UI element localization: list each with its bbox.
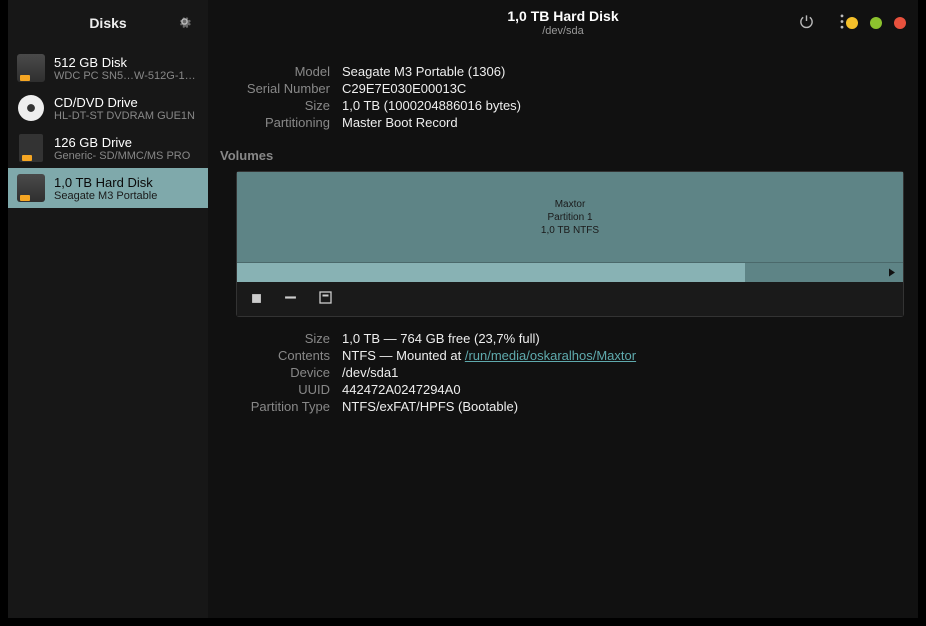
disk-name: 1,0 TB Hard Disk [54, 175, 200, 190]
usage-fill [237, 263, 745, 282]
disk-name: 126 GB Drive [54, 135, 200, 150]
value-uuid: 442472A0247294A0 [342, 382, 906, 397]
settings-square-icon [319, 291, 332, 307]
sidebar: 512 GB Disk WDC PC SN5…W-512G-1014 CD/DV… [8, 46, 208, 618]
play-icon [887, 265, 897, 280]
partition-size: 1,0 TB NTFS [541, 224, 599, 237]
window-close-button[interactable] [894, 17, 906, 29]
value-vol-size: 1,0 TB — 764 GB free (23,7% full) [342, 331, 906, 346]
value-size: 1,0 TB (1000204886016 bytes) [342, 98, 906, 113]
disk-model: WDC PC SN5…W-512G-1014 [54, 70, 200, 82]
label-device: Device [220, 365, 330, 380]
gear-icon [177, 17, 192, 32]
delete-partition-button[interactable] [284, 291, 297, 307]
sidebar-item-1tb-hard-disk[interactable]: 1,0 TB Hard Disk Seagate M3 Portable [8, 168, 208, 208]
minus-icon [284, 291, 297, 307]
value-contents: NTFS — Mounted at /run/media/oskaralhos/… [342, 348, 906, 363]
partition-maxtor[interactable]: Maxtor Partition 1 1,0 TB NTFS [237, 172, 903, 262]
hdd-icon [16, 173, 46, 203]
label-uuid: UUID [220, 382, 330, 397]
disk-model: HL-DT-ST DVDRAM GUE1N [54, 110, 200, 122]
disk-model: Seagate M3 Portable [54, 190, 200, 202]
disk-name: 512 GB Disk [54, 55, 200, 70]
value-model: Seagate M3 Portable (1306) [342, 64, 906, 79]
window-maximize-button[interactable] [870, 17, 882, 29]
page-title: 1,0 TB Hard Disk [507, 8, 618, 25]
window-minimize-button[interactable] [846, 17, 858, 29]
label-size: Size [220, 98, 330, 113]
partition-options-button[interactable] [319, 291, 332, 307]
contents-text: NTFS — Mounted at [342, 348, 465, 363]
kebab-icon [840, 14, 844, 32]
value-partitioning: Master Boot Record [342, 115, 906, 130]
volume-toolbar [237, 282, 903, 316]
partition-label: Maxtor [555, 198, 586, 211]
page-subtitle: /dev/sda [542, 25, 584, 38]
power-icon [799, 14, 814, 32]
drive-info: Model Seagate M3 Portable (1306) Serial … [220, 64, 906, 130]
volumes-heading: Volumes [220, 148, 906, 163]
label-ptype: Partition Type [220, 399, 330, 414]
sidebar-title: Disks [89, 15, 126, 31]
partition-number: Partition 1 [547, 211, 592, 224]
cd-icon [16, 93, 46, 123]
label-serial: Serial Number [220, 81, 330, 96]
label-model: Model [220, 64, 330, 79]
sidebar-item-cd-dvd-drive[interactable]: CD/DVD Drive HL-DT-ST DVDRAM GUE1N [8, 88, 208, 128]
disk-model: Generic- SD/MMC/MS PRO [54, 150, 200, 162]
mount-button[interactable] [887, 265, 897, 280]
hdd-icon [16, 53, 46, 83]
value-device: /dev/sda1 [342, 365, 906, 380]
unmount-button[interactable] [251, 292, 262, 307]
stop-icon [251, 292, 262, 307]
power-button[interactable] [795, 10, 818, 36]
sidebar-item-126gb-drive[interactable]: 126 GB Drive Generic- SD/MMC/MS PRO [8, 128, 208, 168]
app-menu-button[interactable] [173, 10, 196, 36]
titlebar: Disks 1,0 TB Hard Disk /dev/sda [8, 0, 918, 46]
volume-details: Size 1,0 TB — 764 GB free (23,7% full) C… [220, 331, 906, 414]
sidebar-item-512gb-disk[interactable]: 512 GB Disk WDC PC SN5…W-512G-1014 [8, 48, 208, 88]
volumes-panel: Maxtor Partition 1 1,0 TB NTFS [236, 171, 904, 317]
mount-point-link[interactable]: /run/media/oskaralhos/Maxtor [465, 348, 636, 363]
value-ptype: NTFS/exFAT/HPFS (Bootable) [342, 399, 906, 414]
main-content: Model Seagate M3 Portable (1306) Serial … [208, 46, 918, 618]
label-partitioning: Partitioning [220, 115, 330, 130]
disk-name: CD/DVD Drive [54, 95, 200, 110]
value-serial: C29E7E030E00013C [342, 81, 906, 96]
usage-bar [237, 262, 903, 282]
sd-card-icon [16, 133, 46, 163]
label-contents: Contents [220, 348, 330, 363]
label-vol-size: Size [220, 331, 330, 346]
